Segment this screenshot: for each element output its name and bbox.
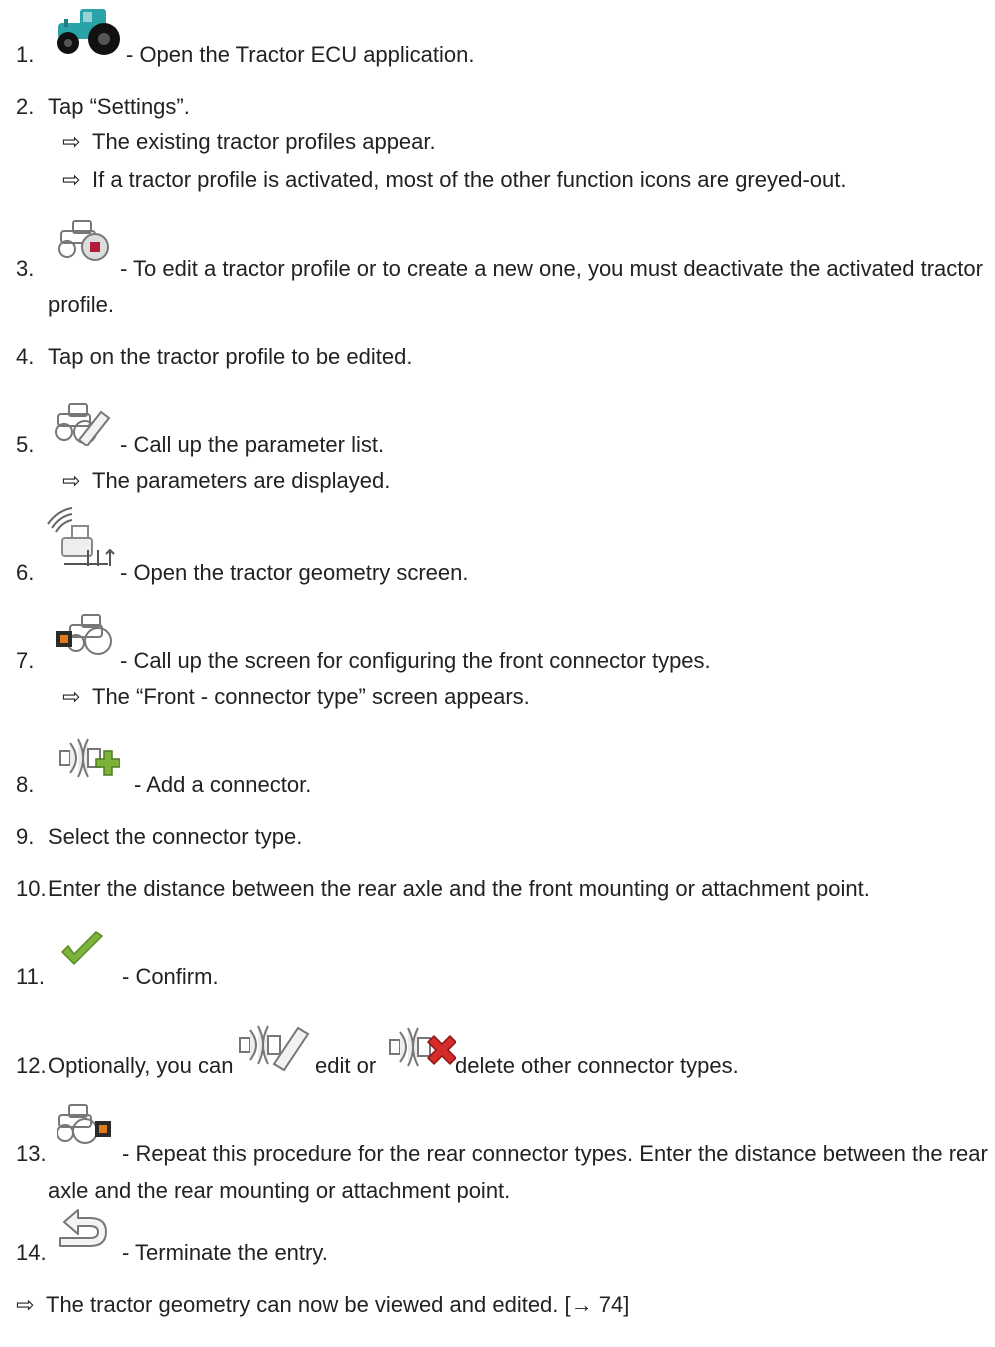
- step-10: 10.Enter the distance between the rear a…: [16, 876, 870, 902]
- step-text: - Call up the screen for configuring the…: [120, 648, 711, 673]
- step-number: 14.: [16, 1240, 47, 1265]
- step-number: 13.: [16, 1141, 47, 1166]
- step-2: 2. Tap “Settings”.: [16, 94, 190, 119]
- step-13-continued: axle and the rear mounting or attachment…: [48, 1178, 511, 1203]
- step-text: - Open the tractor geometry screen.: [120, 560, 469, 585]
- step-number: 1.: [16, 42, 35, 67]
- step-2-result-1: ⇨ The existing tractor profiles appear.: [62, 129, 436, 154]
- step-number: 5.: [16, 432, 35, 457]
- step-number: 7.: [16, 648, 35, 673]
- step-text: Tap on the tractor profile to be edited.: [48, 344, 413, 369]
- result-arrow-icon: ⇨: [62, 684, 81, 709]
- step-3: 3. - To edit a tractor profile or to crea…: [16, 256, 983, 282]
- step-2-result-2: ⇨ If a tractor profile is activated, most…: [62, 167, 847, 192]
- result-arrow-icon: ⇨: [62, 167, 81, 192]
- step-text: - To edit a tractor profile or to create…: [120, 256, 983, 281]
- step-5-result: ⇨ The parameters are displayed.: [62, 468, 391, 493]
- step-1: 1. - Open the Tractor ECU application.: [16, 42, 475, 68]
- step-7: 7. - Call up the screen for configuring t…: [16, 648, 711, 674]
- step-13: 13. - Repeat this procedure for the rear …: [16, 1141, 988, 1167]
- step-4: 4. Tap on the tractor profile to be edite…: [16, 344, 412, 370]
- step-8: 8. - Add a connector.: [16, 772, 311, 798]
- step-text: - Call up the parameter list.: [120, 432, 385, 457]
- step-12: 12.Optionally, you can: [16, 1053, 234, 1078]
- step-text: - Repeat this procedure for the rear con…: [122, 1141, 988, 1166]
- step-7-result: ⇨ The “Front - connector type” screen app…: [62, 684, 530, 709]
- step-text: Select the connector type.: [48, 824, 303, 849]
- step-number: 4.: [16, 344, 35, 369]
- step-14: 14. - Terminate the entry.: [16, 1240, 328, 1266]
- step-number: 6.: [16, 560, 35, 585]
- step-text: - Open the Tractor ECU application.: [126, 42, 475, 67]
- final-result: ⇨ The tractor geometry can now be viewed …: [16, 1292, 630, 1317]
- step-number: 2.: [16, 94, 35, 119]
- page-reference-link[interactable]: → 74]: [571, 1292, 630, 1317]
- step-12-mid: edit or: [315, 1053, 377, 1078]
- step-number: 12.: [16, 1053, 47, 1078]
- result-arrow-icon: ⇨: [62, 468, 81, 493]
- result-arrow-icon: ⇨: [16, 1292, 35, 1317]
- step-text: - Terminate the entry.: [122, 1240, 328, 1265]
- result-arrow-icon: ⇨: [62, 129, 81, 154]
- step-number: 9.: [16, 824, 35, 849]
- settings-label: “Settings”: [89, 94, 184, 119]
- step-9: 9. Select the connector type.: [16, 824, 302, 850]
- connector-edit-icon: [238, 1022, 310, 1080]
- step-5: 5. - Call up the parameter list.: [16, 432, 384, 458]
- step-number: 8.: [16, 772, 35, 797]
- step-number: 3.: [16, 256, 35, 281]
- right-arrow-icon: →: [570, 1292, 593, 1317]
- step-text: Enter the distance between the rear axle…: [48, 876, 870, 901]
- connector-delete-icon: [388, 1024, 458, 1080]
- step-text: - Add a connector.: [134, 772, 312, 797]
- step-6: 6. - Open the tractor geometry screen.: [16, 560, 469, 586]
- step-11: 11. - Confirm.: [16, 964, 219, 990]
- step-12-end: delete other connector types.: [455, 1053, 739, 1078]
- step-number: 10.: [16, 876, 47, 901]
- step-number: 11.: [16, 964, 45, 989]
- step-3-continued: profile.: [48, 292, 115, 317]
- step-text: - Confirm.: [122, 964, 219, 989]
